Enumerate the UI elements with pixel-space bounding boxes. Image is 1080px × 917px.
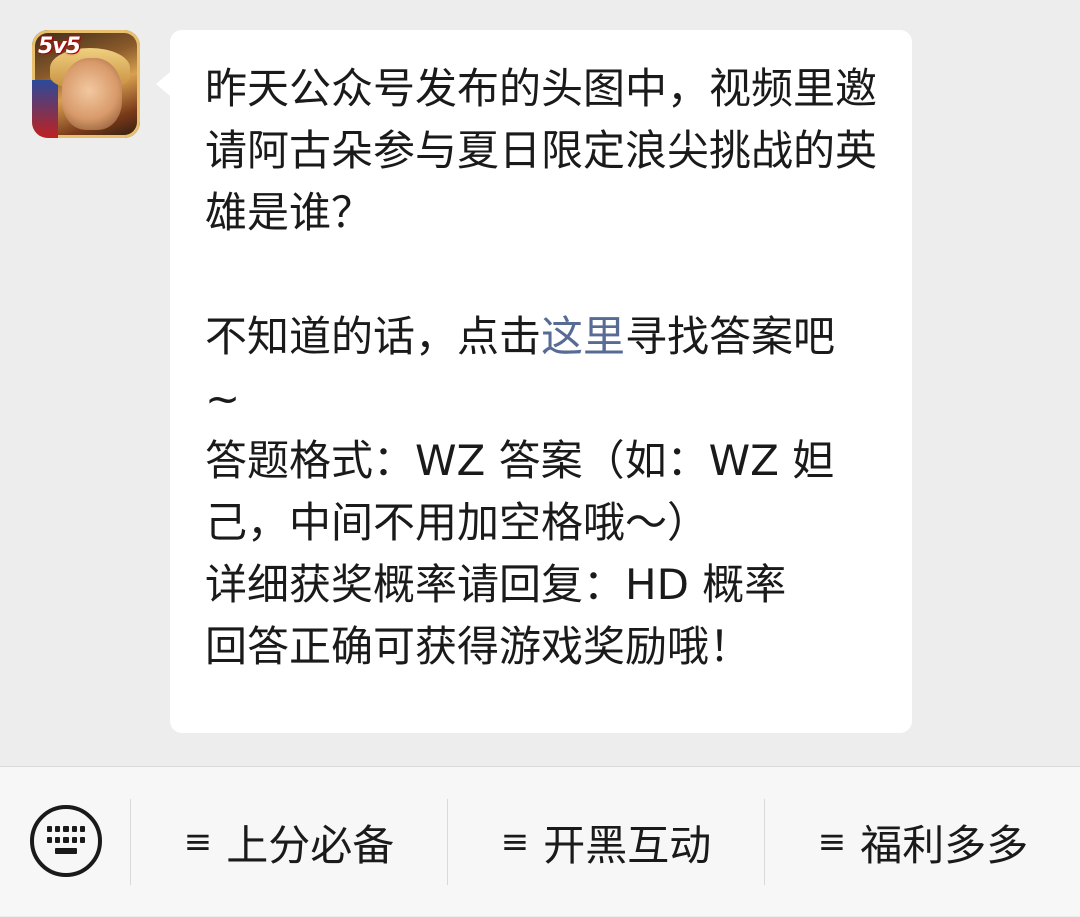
message-text-part2: 寻找答案吧 ~ 答题格式：WZ 答案（如：WZ 妲己，中间不用加空格哦～） 详细…	[205, 312, 836, 671]
menu-item-label: 上分必备	[226, 820, 395, 870]
menu-item-shangfen[interactable]: ≡ 上分必备	[131, 767, 447, 917]
menu-list-icon: ≡	[817, 822, 847, 862]
avatar-face	[62, 58, 122, 130]
menu-item-fuli[interactable]: ≡ 福利多多	[765, 767, 1080, 917]
menu-item-kaihei[interactable]: ≡ 开黑互动	[448, 767, 764, 917]
chat-area: 5v5 昨天公众号发布的头图中，视频里邀请阿古朵参与夏日限定浪尖挑战的英雄是谁？…	[0, 0, 1080, 766]
avatar-badge: 5v5	[38, 34, 81, 59]
avatar-red-accent	[32, 80, 58, 138]
keyboard-keys	[47, 826, 85, 856]
message-text: 昨天公众号发布的头图中，视频里邀请阿古朵参与夏日限定浪尖挑战的英雄是谁？ 不知道…	[205, 58, 895, 678]
bottom-menu-bar: ≡ 上分必备 ≡ 开黑互动 ≡ 福利多多	[0, 766, 1080, 916]
menu-list-icon: ≡	[183, 822, 213, 862]
menu-item-label: 福利多多	[860, 820, 1029, 870]
menu-list-icon: ≡	[500, 822, 530, 862]
answer-link[interactable]: 这里	[541, 312, 625, 361]
official-account-avatar[interactable]: 5v5	[32, 30, 140, 138]
keyboard-icon[interactable]	[30, 805, 102, 877]
menu-item-label: 开黑互动	[543, 820, 712, 870]
